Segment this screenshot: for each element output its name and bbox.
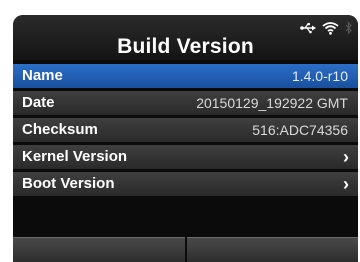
list-item-kernel-version[interactable]: Kernel Version › bbox=[13, 145, 358, 169]
row-label: Kernel Version bbox=[22, 148, 128, 165]
row-value: 1.4.0-r10 bbox=[291, 68, 348, 84]
wifi-icon bbox=[322, 22, 339, 35]
list-item-boot-version[interactable]: Boot Version › bbox=[13, 172, 358, 196]
row-label: Name bbox=[22, 67, 63, 84]
status-icons bbox=[300, 20, 352, 36]
chevron-right-icon: › bbox=[343, 174, 349, 194]
softkey-right-button[interactable] bbox=[186, 237, 358, 262]
display-screen: Build Version Name 1.4.0-r10 Date 201501… bbox=[13, 15, 358, 262]
header-bar: Build Version bbox=[13, 15, 358, 60]
list-item-date[interactable]: Date 20150129_192922 GMT bbox=[13, 91, 358, 115]
chevron-right-icon: › bbox=[343, 147, 349, 167]
row-label: Checksum bbox=[22, 121, 98, 138]
row-value: 20150129_192922 GMT bbox=[196, 95, 348, 111]
list-item-checksum[interactable]: Checksum 516:ADC74356 bbox=[13, 118, 358, 142]
softkey-bar bbox=[13, 237, 358, 262]
row-label: Date bbox=[22, 94, 55, 111]
row-label: Boot Version bbox=[22, 175, 115, 192]
settings-list: Name 1.4.0-r10 Date 20150129_192922 GMT … bbox=[13, 64, 358, 199]
usb-icon bbox=[300, 23, 316, 34]
page-title: Build Version bbox=[117, 35, 254, 58]
softkey-left-button[interactable] bbox=[13, 237, 185, 262]
list-item-name[interactable]: Name 1.4.0-r10 bbox=[13, 64, 358, 88]
bluetooth-icon bbox=[345, 21, 352, 35]
row-value: 516:ADC74356 bbox=[252, 122, 348, 138]
